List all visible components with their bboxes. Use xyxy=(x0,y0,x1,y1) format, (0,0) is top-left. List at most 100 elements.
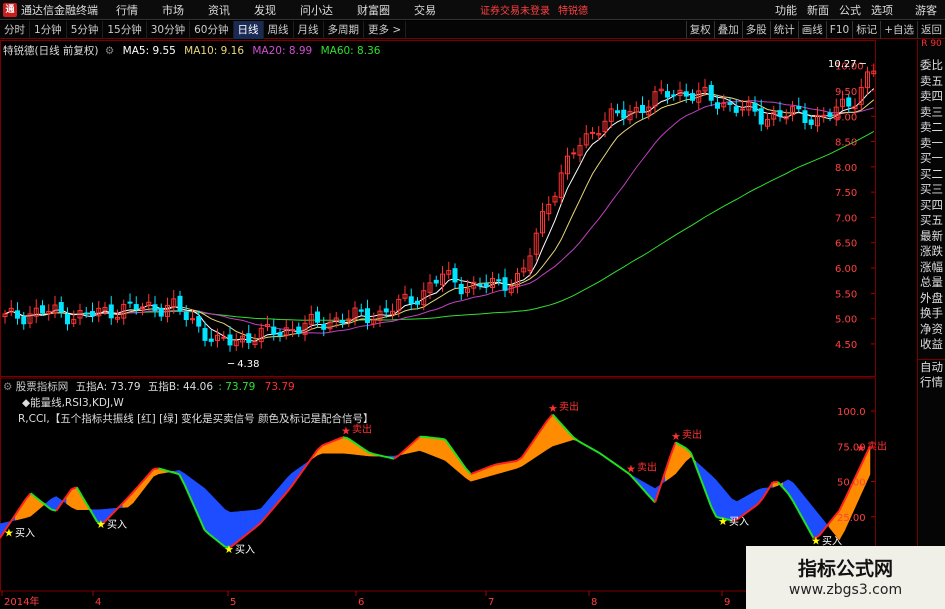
back-button[interactable]: 返回 xyxy=(917,21,945,39)
indicator-line-segment xyxy=(501,461,507,465)
candle-body xyxy=(758,108,764,125)
candle-body xyxy=(321,323,327,330)
candle-body xyxy=(621,109,627,119)
sidebar-item[interactable]: 卖二 xyxy=(918,120,945,136)
price-tick-label: 5.00 xyxy=(835,315,857,326)
stats-button[interactable]: 统计 xyxy=(769,21,798,39)
indicator-line-segment xyxy=(588,445,595,451)
candle-body xyxy=(483,283,489,288)
menu-market[interactable]: 市场 xyxy=(162,2,184,18)
period-tab-daily[interactable]: 日线 xyxy=(233,20,264,39)
login-notice[interactable]: 证券交易未登录 xyxy=(480,2,550,17)
more-periods-button[interactable]: 更多 > xyxy=(364,20,407,39)
sidebar-item[interactable]: 最新 xyxy=(918,229,945,245)
candle-body xyxy=(571,152,577,155)
candle-body xyxy=(183,311,189,320)
sidebar-item[interactable]: 外盘 xyxy=(918,291,945,307)
candle-body xyxy=(90,311,95,317)
menu-wealth[interactable]: 财富圈 xyxy=(357,2,390,18)
indicator-line-segment xyxy=(608,458,615,465)
period-tab[interactable]: 30分钟 xyxy=(147,20,191,39)
price-tick-label: 4.50 xyxy=(835,340,857,351)
period-tab[interactable]: 多周期 xyxy=(324,20,364,39)
sidebar-item[interactable]: 涨跌 xyxy=(918,244,945,260)
period-tab[interactable]: 60分钟 xyxy=(190,20,234,39)
login-button[interactable]: 游客 xyxy=(915,2,937,18)
f10-button[interactable]: F10 xyxy=(825,21,852,39)
candle-body xyxy=(58,302,64,313)
buy-star-icon: ★ xyxy=(718,515,728,528)
sidebar-item[interactable]: 买二 xyxy=(918,167,945,183)
buy-star-icon: ★ xyxy=(96,518,106,531)
quote-tab[interactable]: 行情 xyxy=(918,375,945,391)
price-tick-label: 9.00 xyxy=(835,112,857,123)
x-tick-label: 2014年 xyxy=(4,595,39,608)
settings-gear-icon[interactable]: ⚙ xyxy=(3,381,12,393)
sidebar-item[interactable]: 换手 xyxy=(918,306,945,322)
mark-button[interactable]: 标记 xyxy=(852,21,880,39)
ma10-value: MA10: 9.16 xyxy=(184,45,245,57)
sidebar-item[interactable]: 买三 xyxy=(918,182,945,198)
candle-body xyxy=(177,295,183,312)
adjust-button[interactable]: 复权 xyxy=(685,21,714,39)
menu-function[interactable]: 功能 xyxy=(775,2,797,18)
draw-button[interactable]: 画线 xyxy=(797,21,826,39)
settings-gear-icon[interactable]: ⚙ xyxy=(105,45,114,57)
menu-discover[interactable]: 发现 xyxy=(254,2,276,18)
multi-stock-button[interactable]: 多股 xyxy=(741,21,770,39)
sidebar-item[interactable]: 买一 xyxy=(918,151,945,167)
auto-tab[interactable]: 自动 xyxy=(918,360,945,376)
ind-tick-label: 50.00 xyxy=(837,478,866,489)
sidebar-item[interactable]: 卖一 xyxy=(918,136,945,152)
candle-body xyxy=(708,84,714,101)
sidebar-item[interactable]: 卖五 xyxy=(918,74,945,90)
sidebar-item[interactable]: 买四 xyxy=(918,198,945,214)
candle-body xyxy=(452,268,458,283)
candle-body xyxy=(208,338,214,342)
sidebar-item[interactable]: 买五 xyxy=(918,213,945,229)
indicator-line-segment xyxy=(689,452,697,467)
buy-label: 买入 xyxy=(15,527,35,539)
stock-name-notice: 特锐德 xyxy=(558,6,588,17)
ma20-path xyxy=(4,100,874,334)
buy-label: 买入 xyxy=(729,516,749,528)
menu-trade[interactable]: 交易 xyxy=(414,2,436,18)
menu-news[interactable]: 资讯 xyxy=(208,2,230,18)
indicator-line-segment xyxy=(306,456,313,466)
sidebar-item[interactable]: 收益 xyxy=(918,337,945,353)
add-watchlist-button[interactable]: +自选 xyxy=(880,21,917,39)
sidebar-item[interactable]: 委比 xyxy=(918,58,945,74)
period-tab[interactable]: 月线 xyxy=(294,20,324,39)
period-tab[interactable]: 5分钟 xyxy=(67,20,104,39)
period-tab[interactable]: 15分钟 xyxy=(103,20,147,39)
indicator-fill-segment xyxy=(209,492,216,540)
indicator-line-segment xyxy=(173,471,180,476)
sidebar-item[interactable]: 卖三 xyxy=(918,105,945,121)
buy-star-icon: ★ xyxy=(4,526,14,539)
candle-body xyxy=(227,334,233,346)
x-tick-label: 4 xyxy=(95,597,101,608)
indicator-line-segment xyxy=(496,462,502,466)
indicator-line-segment xyxy=(618,466,625,472)
candle-body xyxy=(458,283,464,295)
menu-quotes[interactable]: 行情 xyxy=(116,2,138,18)
period-tab[interactable]: 分时 xyxy=(0,20,30,39)
candle-body xyxy=(665,91,670,98)
overlay-button[interactable]: 叠加 xyxy=(713,21,742,39)
candle-body xyxy=(383,308,389,313)
candle-body xyxy=(740,108,745,111)
sidebar-item[interactable]: 涨幅 xyxy=(918,260,945,276)
menu-new-page[interactable]: 新面 xyxy=(807,2,829,18)
sidebar-item[interactable]: 卖四 xyxy=(918,89,945,105)
menu-bar: 通 通达信金融终端 行情 市场 资讯 发现 问小达 财富圈 交易 证券交易未登录… xyxy=(0,0,945,20)
period-tab[interactable]: 周线 xyxy=(264,20,294,39)
period-tab[interactable]: 1分钟 xyxy=(30,20,67,39)
ind-tick-label: 100.0 xyxy=(837,407,866,418)
chart-canvas[interactable]: 10.009.509.008.508.007.507.006.506.005.5… xyxy=(0,40,917,609)
sidebar-item[interactable]: 总量 xyxy=(918,275,945,291)
menu-ask[interactable]: 问小达 xyxy=(300,2,333,18)
candle-body xyxy=(83,312,89,315)
menu-options[interactable]: 选项 xyxy=(871,2,893,18)
menu-formula[interactable]: 公式 xyxy=(839,2,861,18)
sidebar-item[interactable]: 净资 xyxy=(918,322,945,338)
